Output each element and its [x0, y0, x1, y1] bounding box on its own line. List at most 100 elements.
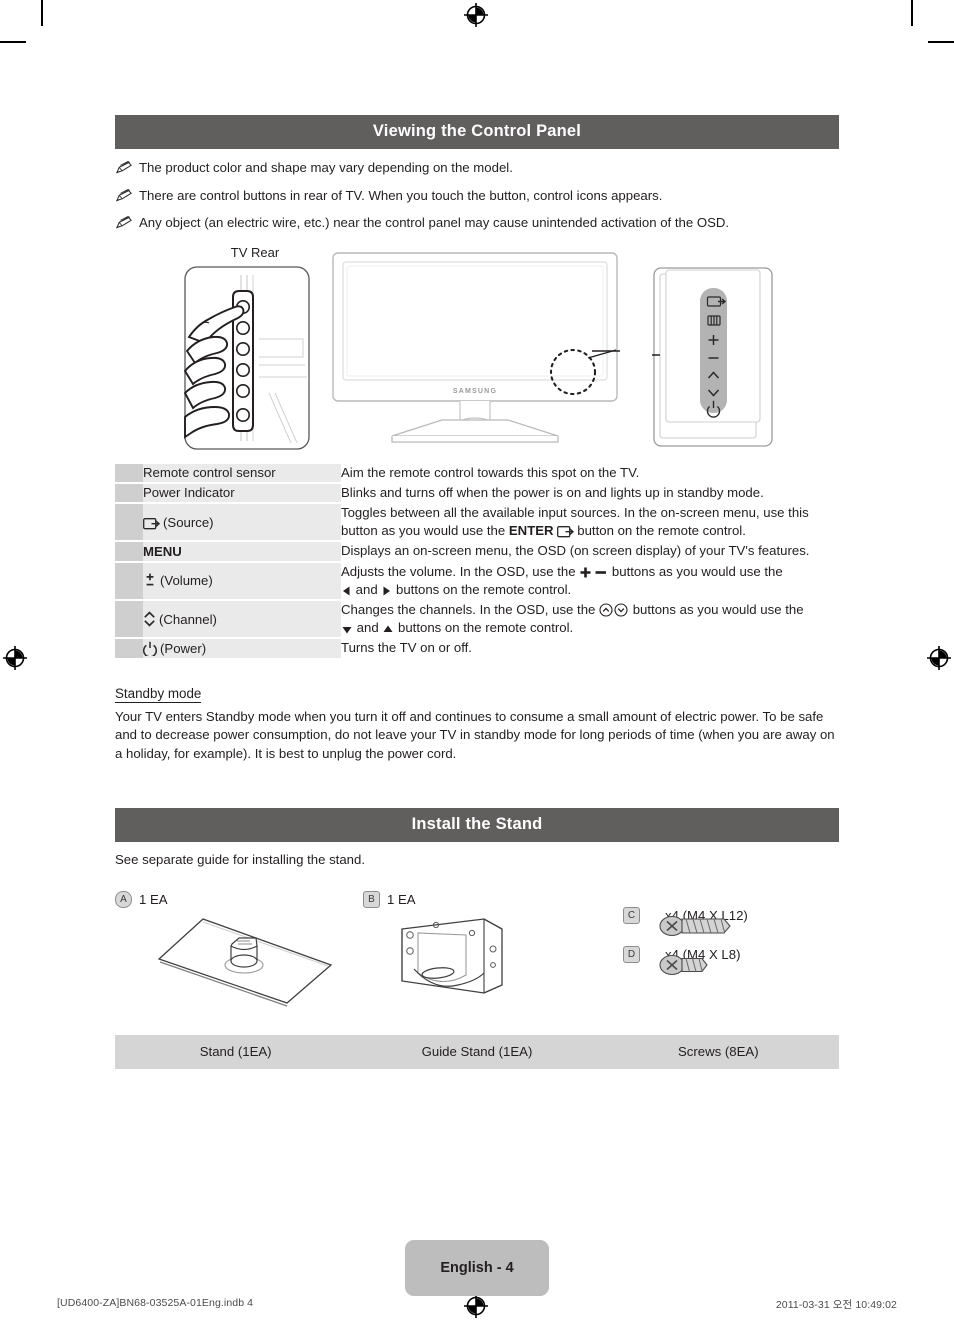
part-qty-a: 1 EA	[139, 891, 168, 907]
desc-part: buttons on the remote control.	[394, 620, 574, 636]
row-description: Blinks and turns off when the power is o…	[341, 482, 839, 504]
standby-block: Standby mode Your TV enters Standby mode…	[115, 660, 839, 764]
power-icon	[143, 641, 157, 656]
table-row: Power Indicator Blinks and turns off whe…	[115, 482, 839, 504]
row-swatch	[115, 463, 143, 484]
footer-timestamp: 2011-03-31 오전 10:49:02	[775, 1299, 897, 1311]
row-label: MENU	[143, 541, 341, 563]
row-description: Turns the TV on or off.	[341, 638, 839, 660]
registration-mark-left	[2, 645, 28, 671]
row-label: (Volume)	[143, 561, 341, 602]
row-label-text: (Power)	[160, 641, 207, 656]
row-swatch	[115, 482, 143, 504]
screw-row-d: D x4 (M4 X L8)	[623, 945, 741, 976]
desc-part: buttons as you would use the	[629, 602, 804, 618]
page-content: Viewing the Control Panel The product co…	[115, 0, 839, 1321]
section-header-install-stand: Install the Stand	[115, 807, 839, 842]
crop-mark-top-right-h	[928, 41, 954, 43]
install-note: See separate guide for installing the st…	[115, 851, 365, 867]
row-label: (Power)	[143, 638, 341, 660]
part-badge-b: B	[363, 890, 380, 908]
desc-part: Adjusts the volume. In the OSD, use the	[341, 563, 580, 579]
row-label-text: (Volume)	[160, 573, 213, 589]
tv-front-diagram: SAMSUNG	[332, 251, 620, 443]
note-item: The product color and shape may vary dep…	[115, 160, 839, 177]
caption-stand: Stand (1EA)	[199, 1043, 272, 1059]
desc-part: buttons as you would use the	[608, 563, 783, 579]
arrow-left-icon	[341, 585, 352, 597]
arrow-up-icon	[382, 624, 394, 635]
row-swatch	[115, 541, 143, 563]
caption-guide-stand: Guide Stand (1EA)	[421, 1043, 533, 1059]
channel-up-down-icon	[599, 603, 629, 617]
parts-list: A 1 EA B 1 EA C x4 (M4 X L12) D x4 (M4 X…	[115, 890, 839, 1021]
row-label: Remote control sensor	[143, 463, 341, 484]
row-label: Power Indicator	[143, 482, 341, 504]
row-swatch	[115, 600, 143, 640]
guide-stand-part-diagram	[401, 918, 503, 994]
plus-minus-icon	[579, 566, 608, 579]
install-stand-section: Install the Stand See separate guide for…	[115, 807, 839, 1069]
notes-list: The product color and shape may vary dep…	[115, 160, 839, 232]
note-text: Any object (an electric wire, etc.) near…	[139, 215, 730, 230]
source-icon	[143, 517, 160, 530]
caption-screws: Screws (8EA)	[678, 1043, 759, 1059]
part-qty-b: 1 EA	[387, 891, 416, 907]
registration-mark-right	[926, 645, 952, 671]
page-number-badge: English - 4	[405, 1240, 549, 1296]
control-panel-table: Remote control sensor Aim the remote con…	[115, 463, 839, 660]
row-label: (Channel)	[143, 600, 341, 640]
parts-caption-bar: Stand (1EA) Guide Stand (1EA) Screws (8E…	[115, 1034, 839, 1069]
part-tag-a: A 1 EA	[115, 890, 168, 908]
footer-file-info: [UD6400-ZA]BN68-03525A-01Eng.indb 4	[57, 1297, 254, 1309]
row-description: Displays an on-screen menu, the OSD (on …	[341, 541, 839, 563]
desc-part: Changes the channels. In the OSD, use th…	[341, 602, 600, 618]
row-swatch	[115, 638, 143, 660]
table-row: (Channel) Changes the channels. In the O…	[115, 600, 839, 640]
channel-icon	[143, 611, 156, 627]
row-swatch	[115, 561, 143, 602]
stand-part-diagram	[157, 918, 333, 1007]
row-description: Adjusts the volume. In the OSD, use the …	[341, 561, 839, 602]
table-row: (Power) Turns the TV on or off.	[115, 638, 839, 660]
part-badge-a: A	[115, 890, 132, 908]
crop-mark-top-left-h	[0, 41, 26, 43]
row-label-text: (Channel)	[159, 611, 217, 627]
standby-heading: Standby mode	[115, 685, 202, 703]
source-icon	[556, 526, 574, 538]
screw-row-c: C x4 (M4 X L12)	[623, 906, 748, 937]
tv-rear-hand-diagram	[183, 265, 310, 450]
section-header-control-panel: Viewing the Control Panel	[115, 115, 839, 149]
standby-body: Your TV enters Standby mode when you tur…	[115, 708, 835, 762]
samsung-logo: SAMSUNG	[453, 388, 497, 395]
row-label-text: (Source)	[163, 514, 214, 530]
note-item: Any object (an electric wire, etc.) near…	[115, 215, 839, 232]
volume-icon	[143, 572, 157, 588]
table-row: MENU Displays an on-screen menu, the OSD…	[115, 541, 839, 563]
note-text: The product color and shape may vary dep…	[139, 160, 513, 175]
arrow-down-icon	[341, 624, 353, 635]
control-strip-closeup	[652, 266, 773, 447]
table-row: (Volume) Adjusts the volume. In the OSD,…	[115, 561, 839, 602]
arrow-right-icon	[381, 585, 392, 597]
part-tag-b: B 1 EA	[363, 890, 416, 908]
part-badge-d: D	[623, 945, 640, 963]
note-item: There are control buttons in rear of TV.…	[115, 188, 839, 205]
control-panel-illustration: TV Rear SAMSUNG	[115, 245, 839, 452]
table-row: (Source) Toggles between all the availab…	[115, 502, 839, 543]
desc-part: buttons on the remote control.	[392, 581, 572, 597]
crop-mark-top-left-v	[41, 0, 43, 26]
row-description: Changes the channels. In the OSD, use th…	[341, 600, 839, 640]
row-description: Toggles between all the available input …	[341, 502, 839, 543]
note-text: There are control buttons in rear of TV.…	[139, 187, 663, 203]
desc-part: and	[353, 620, 383, 636]
row-label: (Source)	[143, 502, 341, 543]
enter-keyword: ENTER	[508, 523, 554, 539]
pencil-icon	[115, 216, 135, 229]
part-badge-c: C	[623, 906, 640, 924]
pencil-icon	[115, 188, 135, 202]
desc-part: and	[352, 581, 382, 597]
row-swatch	[115, 502, 143, 543]
pencil-icon	[115, 161, 135, 174]
row-description: Aim the remote control towards this spot…	[341, 463, 839, 484]
